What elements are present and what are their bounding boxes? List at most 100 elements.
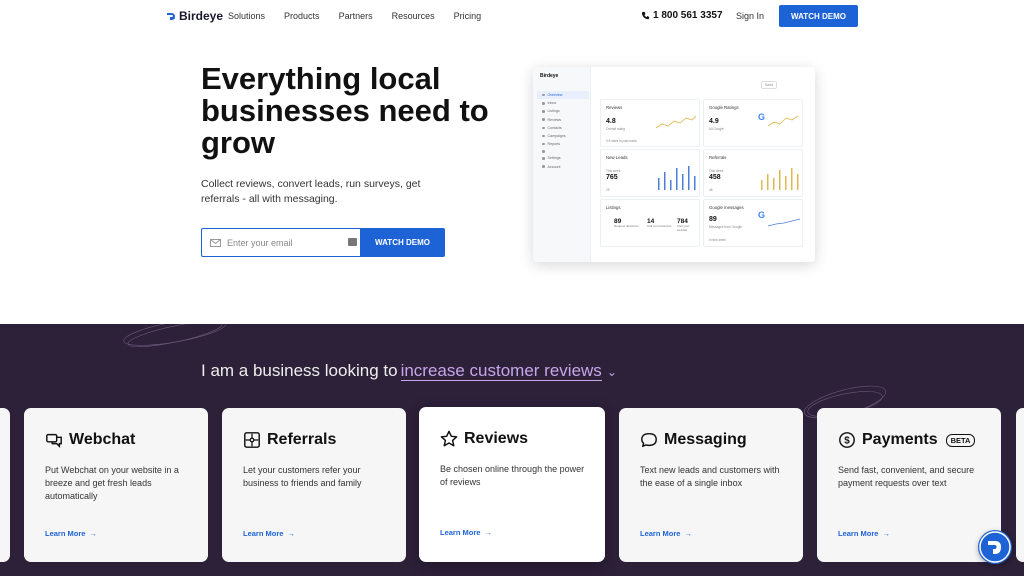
learn-more-link[interactable]: Learn More → [243, 529, 295, 538]
decorative-swirl [123, 324, 227, 347]
dash-menu-item: Reviews [542, 116, 589, 124]
dash-card-referrals: Referrals This week 458 45 [703, 149, 803, 197]
product-name: Webchat [69, 431, 136, 448]
product-heading: Webchat [45, 431, 135, 449]
product-heading: Referrals [243, 431, 336, 449]
google-ratings-trend: G [758, 112, 799, 127]
product-card-messaging[interactable]: Messaging Text new leads and customers w… [619, 408, 803, 562]
chevron-down-icon[interactable]: ⌄ [607, 365, 617, 379]
reviews-trend-line [656, 115, 696, 129]
beta-badge: BETA [945, 433, 976, 447]
product-card-referrals[interactable]: Referrals Let your customers refer your … [222, 408, 406, 562]
learn-more-link[interactable]: Learn More → [838, 529, 890, 538]
listing-stat: 89 Request directions [614, 218, 639, 228]
card-foot: 45 [709, 188, 713, 192]
product-description: Be chosen online through the power of re… [440, 464, 585, 487]
arrow-right-icon: → [89, 529, 97, 538]
product-name: Referrals [267, 431, 337, 448]
learn-more-link[interactable]: Learn More → [640, 529, 692, 538]
phone-link[interactable]: 1 800 561 3357 [641, 10, 723, 21]
learn-more-link[interactable]: Learn More → [440, 528, 492, 537]
learn-more-label: Learn More [243, 529, 284, 538]
watch-demo-nav-button[interactable]: WATCH DEMO [779, 5, 858, 27]
listing-label: Visit your website [677, 224, 690, 232]
card-value: 89 [709, 216, 717, 223]
card-title: Listings [606, 205, 621, 210]
learn-more-label: Learn More [440, 528, 481, 537]
mail-icon [210, 238, 221, 247]
arrow-right-icon: → [684, 529, 692, 538]
card-value: 4.8 [606, 118, 616, 125]
card-title: Referrals [709, 155, 727, 160]
nav-links: Solutions Products Partners Resources Pr… [228, 11, 500, 21]
nav-partners[interactable]: Partners [339, 11, 373, 21]
product-description: Put Webchat on your website in a breeze … [45, 465, 179, 501]
referrals-bar-chart [761, 168, 799, 190]
learn-more-label: Learn More [838, 529, 879, 538]
email-input[interactable]: Enter your email [201, 228, 361, 257]
svg-text:$: $ [844, 436, 850, 447]
listing-label: Request directions [614, 224, 639, 228]
nav-products[interactable]: Products [284, 11, 320, 21]
card-sub: Messages from Google [709, 225, 742, 229]
product-card-payments[interactable]: $ Payments BETA Send fast, convenient, a… [817, 408, 1001, 562]
autofill-icon[interactable] [348, 238, 357, 246]
dash-menu-item: Campaigns [542, 132, 589, 140]
learn-more-label: Learn More [45, 529, 86, 538]
card-sub: Overall rating [606, 127, 625, 131]
hero-subtitle: Collect reviews, convert leads, run surv… [201, 178, 421, 205]
birdeye-chat-icon [979, 531, 1011, 563]
dash-menu-item: Reports [542, 140, 589, 148]
card-foot: 25 [606, 188, 610, 192]
listing-stat: 784 Visit your website [677, 218, 699, 232]
webchat-icon [46, 433, 62, 449]
product-description: Let your customers refer your business t… [243, 465, 362, 488]
product-description: Text new leads and customers with the ea… [640, 465, 780, 488]
dash-card-new-leads: New Leads This week 765 25 [600, 149, 700, 197]
card-sub: This week [606, 169, 621, 173]
birdeye-logo-icon [167, 13, 175, 20]
brand-logo[interactable]: Birdeye [166, 9, 223, 23]
card-foot: 0.5 stars in past week [606, 139, 637, 143]
card-value: 765 [606, 174, 618, 181]
svg-text:G: G [758, 210, 765, 220]
dashboard-menu: Overview Inbox Listings Reviews Contacts… [537, 91, 589, 171]
svg-text:G: G [758, 112, 765, 122]
product-name: Messaging [664, 431, 747, 448]
dash-menu-item: Settings [542, 154, 589, 162]
card-value: 458 [709, 174, 721, 181]
arrow-right-icon: → [287, 529, 295, 538]
hero-title: Everything local businesses need to grow [201, 61, 489, 160]
dash-card-google-ratings: Google Ratings 4.9 All Google G [703, 99, 803, 147]
product-heading: Reviews [440, 430, 528, 448]
dashboard-preview: Birdeye Overview Inbox Listings Reviews … [533, 67, 815, 262]
goal-dropdown[interactable]: increase customer reviews [400, 361, 602, 381]
nav-pricing[interactable]: Pricing [454, 11, 482, 21]
learn-more-label: Learn More [640, 529, 681, 538]
business-goal-sentence: I am a business looking to increase custo… [201, 361, 617, 381]
listing-label: Call your business [647, 224, 672, 228]
product-heading: Messaging [640, 431, 747, 449]
product-heading: $ Payments BETA [838, 431, 976, 449]
learn-more-link[interactable]: Learn More → [45, 529, 97, 538]
card-sub: This week [709, 169, 724, 173]
chat-launcher-button[interactable] [978, 530, 1012, 564]
dash-card-google-messages: Google messages 89 Messages from Google … [703, 199, 803, 247]
card-sub: All Google [709, 127, 724, 131]
dash-menu-item: Contacts [542, 124, 589, 132]
nav-resources[interactable]: Resources [392, 11, 435, 21]
dash-send-button: Send [761, 81, 778, 89]
product-card-webchat[interactable]: Webchat Put Webchat on your website in a… [24, 408, 208, 562]
card-title: Google messages [709, 205, 744, 210]
sign-in-link[interactable]: Sign In [736, 11, 764, 21]
watch-demo-hero-button[interactable]: WATCH DEMO [360, 228, 445, 257]
star-icon [440, 430, 458, 447]
top-nav: Birdeye Solutions Products Partners Reso… [0, 0, 1024, 34]
brand-name: Birdeye [179, 9, 224, 23]
product-card-reviews[interactable]: Reviews Be chosen online through the pow… [419, 407, 605, 562]
listing-stat: 14 Call your business [647, 218, 672, 228]
phone-number: 1 800 561 3357 [653, 10, 723, 21]
goal-prefix: I am a business looking to [201, 361, 398, 380]
nav-solutions[interactable]: Solutions [228, 11, 265, 21]
email-placeholder: Enter your email [227, 237, 293, 248]
